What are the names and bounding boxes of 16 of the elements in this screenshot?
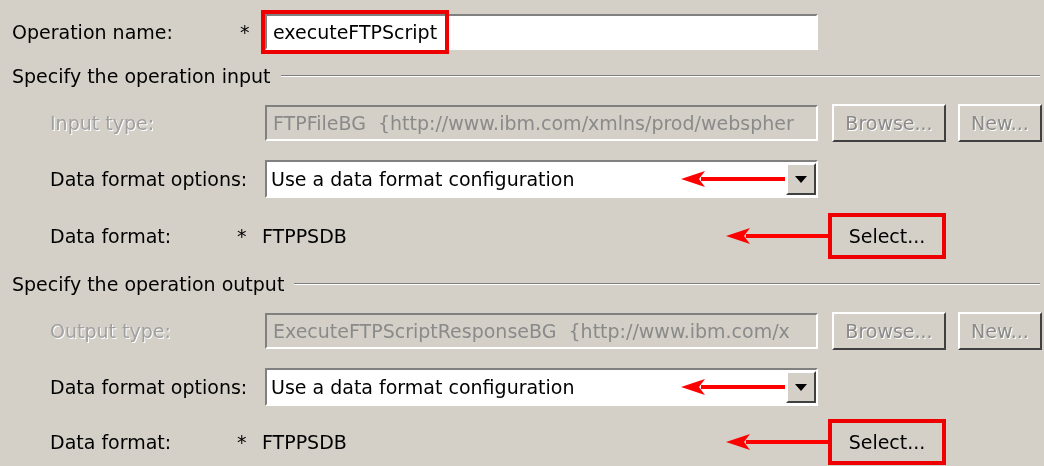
data-format-value: FTPPSDB (262, 225, 348, 247)
required-mark: * (237, 431, 248, 453)
select-button[interactable]: Select... (828, 419, 946, 465)
field-label: Data format options: (50, 168, 249, 190)
section-title: Specify the operation output (12, 273, 285, 295)
field-label: Data format: (50, 431, 173, 453)
field-label: Data format options: (50, 376, 249, 398)
format-dropdown[interactable]: Use a data format configuration (265, 368, 818, 406)
field-label: Data format: (50, 225, 173, 247)
data-format-value: FTPPSDB (262, 431, 348, 453)
select-button[interactable]: Select... (828, 213, 946, 259)
required-mark: * (240, 21, 251, 43)
required-mark: * (237, 225, 248, 247)
section-title: Specify the operation input (12, 65, 271, 87)
field-label: Operation name: (12, 21, 174, 43)
format-dropdown[interactable]: Use a data format configuration (265, 160, 818, 198)
